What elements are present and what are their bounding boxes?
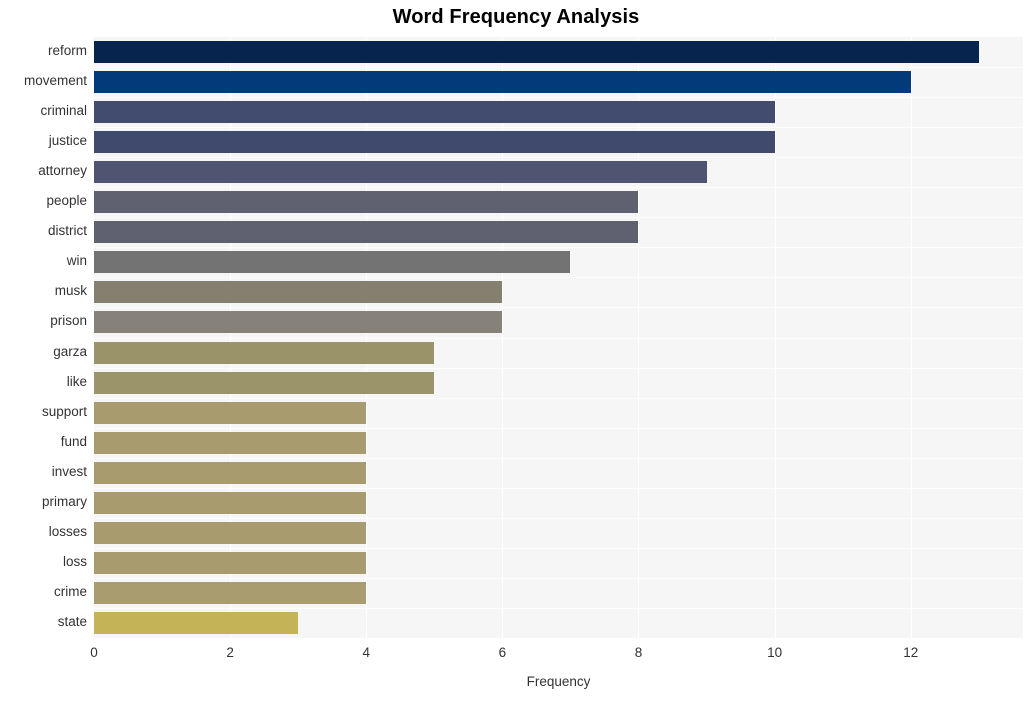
row-separator: [94, 307, 1023, 308]
x-tick-label-2: 2: [226, 645, 234, 660]
y-tick-label-people: people: [46, 193, 87, 209]
bar-row: [94, 251, 1023, 274]
row-separator: [94, 127, 1023, 128]
x-tick-label-4: 4: [362, 645, 370, 660]
y-tick-label-crime: crime: [54, 583, 87, 599]
bar-row: [94, 431, 1023, 454]
bar-fund[interactable]: [94, 431, 367, 454]
bar-row: [94, 581, 1023, 604]
row-separator: [94, 97, 1023, 98]
bar-like[interactable]: [94, 371, 435, 394]
y-tick-label-attorney: attorney: [38, 163, 87, 179]
bar-movement[interactable]: [94, 71, 911, 94]
y-tick-label-loss: loss: [62, 553, 87, 569]
bar-loss[interactable]: [94, 551, 367, 574]
y-tick-label-invest: invest: [51, 463, 87, 479]
bar-criminal[interactable]: [94, 101, 775, 124]
y-tick-label-primary: primary: [41, 493, 87, 509]
bar-support[interactable]: [94, 401, 367, 424]
y-tick-label-musk: musk: [54, 283, 87, 299]
y-tick-label-state: state: [57, 613, 87, 629]
bar-row: [94, 311, 1023, 334]
bar-garza[interactable]: [94, 341, 435, 364]
bar-district[interactable]: [94, 221, 639, 244]
chart-title: Word Frequency Analysis: [392, 6, 640, 28]
bar-row: [94, 41, 1023, 64]
x-tick-label-0: 0: [90, 645, 98, 660]
bar-row: [94, 371, 1023, 394]
row-separator: [94, 368, 1023, 369]
y-tick-label-fund: fund: [60, 433, 87, 449]
row-separator: [94, 518, 1023, 519]
row-separator: [94, 247, 1023, 248]
y-tick-label-district: district: [47, 223, 87, 239]
plot-area: [94, 37, 1023, 638]
y-tick-label-losses: losses: [48, 523, 87, 539]
x-tick-label-10: 10: [767, 645, 783, 660]
bar-row: [94, 491, 1023, 514]
bar-losses[interactable]: [94, 521, 367, 544]
y-tick-label-like: like: [66, 373, 87, 389]
bar-justice[interactable]: [94, 131, 775, 154]
bar-row: [94, 161, 1023, 184]
y-tick-label-support: support: [41, 403, 87, 419]
y-tick-label-movement: movement: [23, 73, 87, 89]
x-axis-title: Frequency: [526, 674, 591, 689]
x-tick-label-8: 8: [634, 645, 643, 660]
row-separator: [94, 488, 1023, 489]
bar-reform[interactable]: [94, 41, 979, 64]
word-frequency-chart: Word Frequency Analysis reform movement cr…: [0, 0, 1032, 701]
bar-prison[interactable]: [94, 311, 503, 334]
bar-win[interactable]: [94, 251, 571, 274]
bar-row: [94, 71, 1023, 94]
row-separator: [94, 338, 1023, 339]
bar-row: [94, 191, 1023, 214]
bar-invest[interactable]: [94, 461, 367, 484]
row-separator: [94, 157, 1023, 158]
x-tick-label-12: 12: [903, 645, 919, 660]
row-separator: [94, 67, 1023, 68]
row-separator: [94, 578, 1023, 579]
row-separator: [94, 428, 1023, 429]
y-tick-label-reform: reform: [47, 43, 87, 59]
y-tick-label-justice: justice: [48, 133, 87, 149]
y-tick-label-criminal: criminal: [40, 103, 87, 119]
bar-crime[interactable]: [94, 581, 367, 604]
bar-state[interactable]: [94, 611, 299, 634]
bar-primary[interactable]: [94, 491, 367, 514]
row-separator: [94, 608, 1023, 609]
bar-people[interactable]: [94, 191, 639, 214]
bar-row: [94, 131, 1023, 154]
bar-musk[interactable]: [94, 281, 503, 304]
row-separator: [94, 548, 1023, 549]
bar-row: [94, 611, 1023, 634]
y-tick-label-prison: prison: [50, 313, 87, 329]
row-separator: [94, 458, 1023, 459]
bar-row: [94, 341, 1023, 364]
bar-row: [94, 551, 1023, 574]
bar-row: [94, 281, 1023, 304]
bar-row: [94, 461, 1023, 484]
bar-row: [94, 521, 1023, 544]
bar-attorney[interactable]: [94, 161, 707, 184]
row-separator: [94, 217, 1023, 218]
bar-row: [94, 221, 1023, 244]
bar-row: [94, 401, 1023, 424]
row-separator: [94, 398, 1023, 399]
row-separator: [94, 187, 1023, 188]
row-separator: [94, 277, 1023, 278]
x-tick-label-6: 6: [498, 645, 507, 660]
y-tick-label-garza: garza: [53, 343, 87, 359]
bar-row: [94, 101, 1023, 124]
y-tick-label-win: win: [66, 253, 87, 269]
